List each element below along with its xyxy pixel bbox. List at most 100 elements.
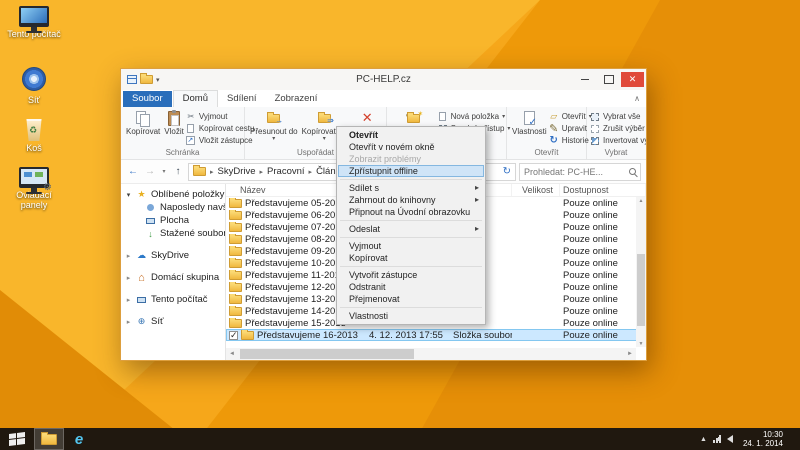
taskbar-file-explorer-button[interactable] [34, 428, 64, 450]
tab-share[interactable]: Sdílení [218, 91, 266, 107]
collapse-arrow-icon[interactable]: ▸ [125, 274, 132, 282]
close-button[interactable] [621, 72, 644, 87]
minimize-button[interactable] [573, 72, 596, 87]
scrollbar-thumb[interactable] [637, 254, 645, 326]
row-checkbox[interactable] [229, 331, 238, 340]
sidebar-item-downloads[interactable]: ↓ Stažené soubory [121, 227, 225, 240]
volume-tray-icon[interactable] [727, 435, 733, 443]
context-menu-item[interactable]: Kopírovat [338, 252, 484, 264]
start-button[interactable] [0, 428, 34, 450]
ribbon-group-clipboard: Kopírovat Vložit Vyjmout Kopírovat cestu… [121, 107, 245, 159]
show-hidden-icons-button[interactable]: ▲ [700, 436, 707, 443]
context-menu-item[interactable]: Odstranit [338, 281, 484, 293]
desktop-icon-network[interactable]: Síť [4, 65, 64, 105]
context-menu-item[interactable]: Sdílet s [338, 182, 484, 194]
context-menu-item[interactable]: Otevřít v novém okně [338, 141, 484, 153]
tab-file[interactable]: Soubor [123, 91, 172, 107]
copy-button[interactable]: Kopírovat [124, 109, 162, 148]
context-menu-item[interactable]: Připnout na Úvodní obrazovku [338, 206, 484, 218]
move-to-button[interactable]: → Přesunout do ▾ [248, 109, 300, 148]
up-button[interactable]: ↑ [171, 165, 185, 179]
context-menu-item[interactable] [340, 237, 482, 238]
copy-icon [136, 111, 150, 126]
context-menu-item[interactable]: Odeslat [338, 223, 484, 235]
select-none-button[interactable]: Zrušit výběr [590, 123, 646, 134]
disc-icon [22, 67, 46, 91]
forward-button[interactable]: → [143, 165, 157, 179]
select-all-button[interactable]: Vybrat vše [590, 111, 646, 122]
collapse-arrow-icon[interactable]: ▸ [125, 318, 132, 326]
search-placeholder: Prohledat: PC-HE... [524, 167, 603, 177]
qat-dropdown-icon[interactable]: ▾ [156, 76, 160, 84]
title-bar[interactable]: ▾ PC-HELP.cz [121, 69, 646, 90]
sidebar-item-favorites[interactable]: ▾ ★ Oblíbené položky [121, 188, 225, 201]
sidebar-item-skydrive[interactable]: ▸ ☁ SkyDrive [121, 249, 225, 262]
file-availability: Pouze online [560, 198, 646, 209]
open-button[interactable]: Otevřít▾ [549, 111, 592, 122]
context-menu-item[interactable] [340, 220, 482, 221]
tab-home[interactable]: Domů [173, 90, 218, 107]
copy-path-icon [187, 124, 194, 133]
context-menu-item[interactable]: Vyjmout [338, 240, 484, 252]
breadcrumb-separator-icon: ▸ [260, 168, 264, 176]
file-explorer-icon [41, 434, 57, 445]
desktop-icon-recycle-bin[interactable]: ♻ Koš [4, 119, 64, 153]
taskbar-clock[interactable]: 10:30 24. 1. 2014 [739, 430, 787, 448]
back-button[interactable]: ← [126, 165, 140, 179]
tab-view[interactable]: Zobrazení [266, 91, 327, 107]
sidebar-item-recent-places[interactable]: Naposledy navštívené [121, 201, 225, 214]
breadcrumb-pracovni[interactable]: Pracovní [267, 166, 305, 177]
desktop-icon-this-pc[interactable]: Tento počítač [4, 6, 64, 39]
scrollbar-thumb[interactable] [240, 349, 414, 359]
taskbar-internet-explorer-button[interactable]: e [64, 428, 94, 450]
context-menu-item[interactable] [340, 179, 482, 180]
scroll-up-icon[interactable]: ▲ [636, 196, 646, 205]
collapse-arrow-icon[interactable]: ▸ [125, 252, 132, 260]
this-pc-icon [137, 297, 146, 303]
properties-button[interactable]: Vlastnosti [510, 109, 549, 148]
context-menu-item[interactable]: Zpřístupnit offline [338, 165, 484, 177]
history-button[interactable]: Historie [549, 135, 592, 146]
context-menu-item[interactable]: Zobrazit problémy [338, 153, 484, 165]
window-title: PC-HELP.cz [121, 74, 646, 85]
new-item-button[interactable]: Nová položka▾ [438, 111, 511, 122]
desktop-icon-control-panel[interactable]: ⚙ Ovládací panely [4, 167, 64, 210]
context-menu-item[interactable]: Přejmenovat [338, 293, 484, 305]
sidebar-item-desktop[interactable]: Plocha [121, 214, 225, 227]
edit-button[interactable]: Upravit [549, 123, 592, 134]
sidebar-item-this-pc[interactable]: ▸ Tento počítač [121, 293, 225, 306]
search-box[interactable]: Prohledat: PC-HE... [519, 163, 641, 181]
sidebar-item-homegroup[interactable]: ▸ ⌂ Domácí skupina [121, 271, 225, 284]
column-header-availability[interactable]: Dostupnost [560, 184, 646, 196]
breadcrumb-skydrive[interactable]: SkyDrive [218, 166, 256, 177]
scroll-right-icon[interactable]: ► [624, 351, 636, 357]
context-menu-item[interactable] [340, 307, 482, 308]
folder-icon [229, 223, 242, 232]
column-header-size[interactable]: Velikost [512, 184, 560, 196]
folder-icon[interactable] [140, 75, 153, 84]
sidebar-item-network[interactable]: ▸ ⊕ Síť [121, 315, 225, 328]
context-menu-item[interactable]: Otevřít [338, 129, 484, 141]
ribbon-collapse-icon[interactable]: ∧ [634, 94, 640, 103]
paste-button[interactable]: Vložit [162, 109, 186, 148]
horizontal-scrollbar[interactable]: ◄ ► [226, 348, 636, 360]
recycle-bin-icon: ♻ [25, 119, 43, 141]
expand-arrow-icon[interactable]: ▾ [125, 191, 132, 199]
scroll-left-icon[interactable]: ◄ [226, 351, 238, 357]
vertical-scrollbar[interactable]: ▲ ▼ [636, 197, 646, 347]
invert-selection-button[interactable]: Invertovat výběr [590, 135, 646, 146]
maximize-button[interactable] [597, 72, 620, 87]
context-menu-item[interactable]: Vytvořit zástupce [338, 269, 484, 281]
context-menu-item[interactable]: Zahrnout do knihovny [338, 194, 484, 206]
refresh-icon[interactable]: ↻ [503, 166, 511, 177]
context-menu-item[interactable] [340, 266, 482, 267]
file-row[interactable]: Představujeme 16-2013 4. 12. 2013 17:55 … [226, 329, 646, 341]
scroll-down-icon[interactable]: ▼ [636, 339, 646, 348]
file-name: Představujeme 06-2013 [245, 210, 346, 221]
collapse-arrow-icon[interactable]: ▸ [125, 296, 132, 304]
move-to-icon: → [267, 114, 280, 123]
delete-icon [362, 113, 373, 124]
file-name: Představujeme 07-2013 [245, 222, 346, 233]
context-menu-item[interactable]: Vlastnosti [338, 310, 484, 322]
recent-locations-icon[interactable]: ▾ [160, 165, 168, 179]
